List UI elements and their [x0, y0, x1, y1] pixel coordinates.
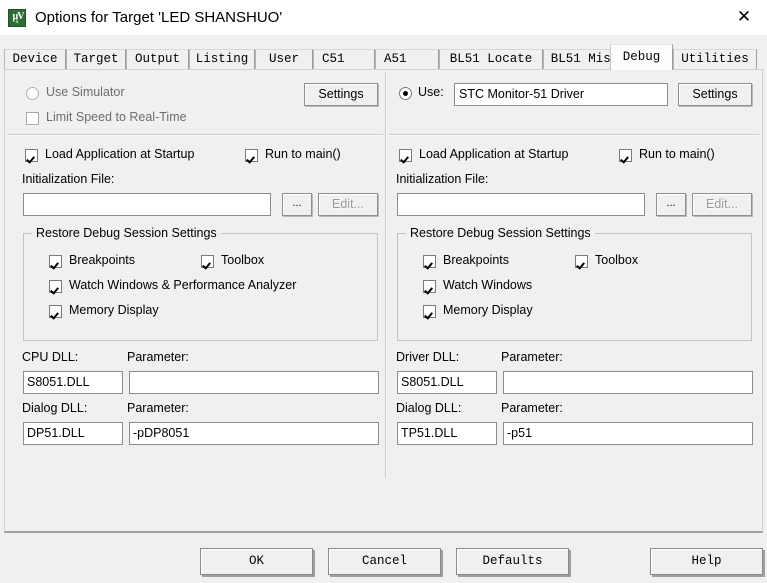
left-breakpoints-checkbox[interactable]	[49, 255, 62, 268]
tab-target[interactable]: Target	[66, 49, 126, 70]
right-run-to-main-checkbox[interactable]	[619, 149, 632, 162]
left-cpu-param-label: Parameter:	[127, 350, 189, 364]
tab-user[interactable]: User	[255, 49, 313, 70]
tab-strip: Device Target Output Listing User C51 A5…	[0, 44, 767, 70]
driver-select[interactable]: STC Monitor-51 Driver	[454, 83, 668, 106]
right-breakpoints-checkbox[interactable]	[423, 255, 436, 268]
right-restore-session-group: Restore Debug Session Settings Breakpoin…	[397, 226, 752, 341]
right-driver-dll-label: Driver DLL:	[396, 350, 460, 364]
left-load-app-label: Load Application at Startup	[45, 147, 195, 161]
limit-speed-label: Limit Speed to Real-Time	[46, 110, 187, 124]
uvision-logo-glyph-bottom: s	[15, 16, 19, 25]
limit-speed-checkbox[interactable]	[26, 112, 39, 125]
tab-output[interactable]: Output	[126, 49, 189, 70]
right-dialog-param-input[interactable]: -p51	[503, 422, 753, 445]
left-cpu-dll-input[interactable]: S8051.DLL	[23, 371, 123, 394]
close-icon[interactable]: ✕	[721, 0, 767, 34]
right-breakpoints-label: Breakpoints	[443, 253, 510, 267]
left-breakpoints-label: Breakpoints	[69, 253, 136, 267]
driver-settings-button[interactable]: Settings	[678, 83, 752, 106]
left-watch-windows-checkbox[interactable]	[49, 280, 62, 293]
cancel-button[interactable]: Cancel	[328, 548, 441, 575]
simulator-settings-button[interactable]: Settings	[304, 83, 378, 106]
left-browse-button[interactable]: ...	[282, 193, 312, 216]
window-title: Options for Target 'LED SHANSHUO'	[35, 9, 283, 26]
left-load-app-checkbox[interactable]	[25, 149, 38, 162]
uvision-logo-icon: μV s	[8, 8, 26, 27]
left-memory-display-label: Memory Display	[69, 303, 159, 317]
left-edit-button[interactable]: Edit...	[318, 193, 378, 216]
help-button[interactable]: Help	[650, 548, 763, 575]
right-driver-param-label: Parameter:	[501, 350, 563, 364]
right-load-app-checkbox[interactable]	[399, 149, 412, 162]
right-restore-session-title: Restore Debug Session Settings	[406, 226, 595, 240]
debug-tab-panel: Use Simulator Settings Limit Speed to Re…	[4, 69, 763, 533]
right-horizontal-divider	[389, 134, 759, 136]
right-toolbox-label: Toolbox	[595, 253, 639, 267]
left-cpu-param-input[interactable]	[129, 371, 379, 394]
left-cpu-dll-label: CPU DLL:	[22, 350, 79, 364]
right-watch-windows-label: Watch Windows	[443, 278, 533, 292]
left-toolbox-label: Toolbox	[221, 253, 265, 267]
right-edit-button[interactable]: Edit...	[692, 193, 752, 216]
left-toolbox-checkbox[interactable]	[201, 255, 214, 268]
right-driver-param-input[interactable]	[503, 371, 753, 394]
left-horizontal-divider	[7, 134, 383, 136]
defaults-button[interactable]: Defaults	[456, 548, 569, 575]
left-memory-display-checkbox[interactable]	[49, 305, 62, 318]
tab-device[interactable]: Device	[4, 49, 66, 70]
right-dialog-dll-label: Dialog DLL:	[396, 401, 462, 415]
left-restore-session-title: Restore Debug Session Settings	[32, 226, 221, 240]
right-init-file-label: Initialization File:	[396, 172, 489, 186]
left-init-file-label: Initialization File:	[22, 172, 115, 186]
right-browse-button[interactable]: ...	[656, 193, 686, 216]
right-memory-display-label: Memory Display	[443, 303, 533, 317]
left-run-to-main-checkbox[interactable]	[245, 149, 258, 162]
title-bar: μV s Options for Target 'LED SHANSHUO' ✕	[0, 0, 767, 35]
right-driver-dll-input[interactable]: S8051.DLL	[397, 371, 497, 394]
use-simulator-label: Use Simulator	[46, 85, 125, 99]
left-watch-windows-label: Watch Windows & Performance Analyzer	[69, 278, 297, 292]
right-run-to-main-label: Run to main()	[639, 147, 715, 161]
left-dialog-param-label: Parameter:	[127, 401, 189, 415]
right-dialog-dll-input[interactable]: TP51.DLL	[397, 422, 497, 445]
right-load-app-label: Load Application at Startup	[419, 147, 569, 161]
tab-a51[interactable]: A51	[375, 49, 439, 70]
panel-vertical-divider	[385, 72, 387, 478]
tab-bl51-locate[interactable]: BL51 Locate	[439, 49, 543, 70]
right-dialog-param-label: Parameter:	[501, 401, 563, 415]
left-restore-session-group: Restore Debug Session Settings Breakpoin…	[23, 226, 378, 341]
right-toolbox-checkbox[interactable]	[575, 255, 588, 268]
right-memory-display-checkbox[interactable]	[423, 305, 436, 318]
use-driver-label: Use:	[418, 85, 444, 99]
use-simulator-radio[interactable]	[26, 87, 39, 100]
left-dialog-param-input[interactable]: -pDP8051	[129, 422, 379, 445]
tab-listing[interactable]: Listing	[189, 49, 255, 70]
tab-debug[interactable]: Debug	[610, 44, 673, 70]
ok-button[interactable]: OK	[200, 548, 313, 575]
left-dialog-dll-input[interactable]: DP51.DLL	[23, 422, 123, 445]
right-watch-windows-checkbox[interactable]	[423, 280, 436, 293]
use-driver-radio[interactable]	[399, 87, 412, 100]
right-init-file-input[interactable]	[397, 193, 645, 216]
left-run-to-main-label: Run to main()	[265, 147, 341, 161]
tab-utilities[interactable]: Utilities	[673, 49, 757, 70]
left-init-file-input[interactable]	[23, 193, 271, 216]
left-dialog-dll-label: Dialog DLL:	[22, 401, 88, 415]
tab-c51[interactable]: C51	[313, 49, 375, 70]
